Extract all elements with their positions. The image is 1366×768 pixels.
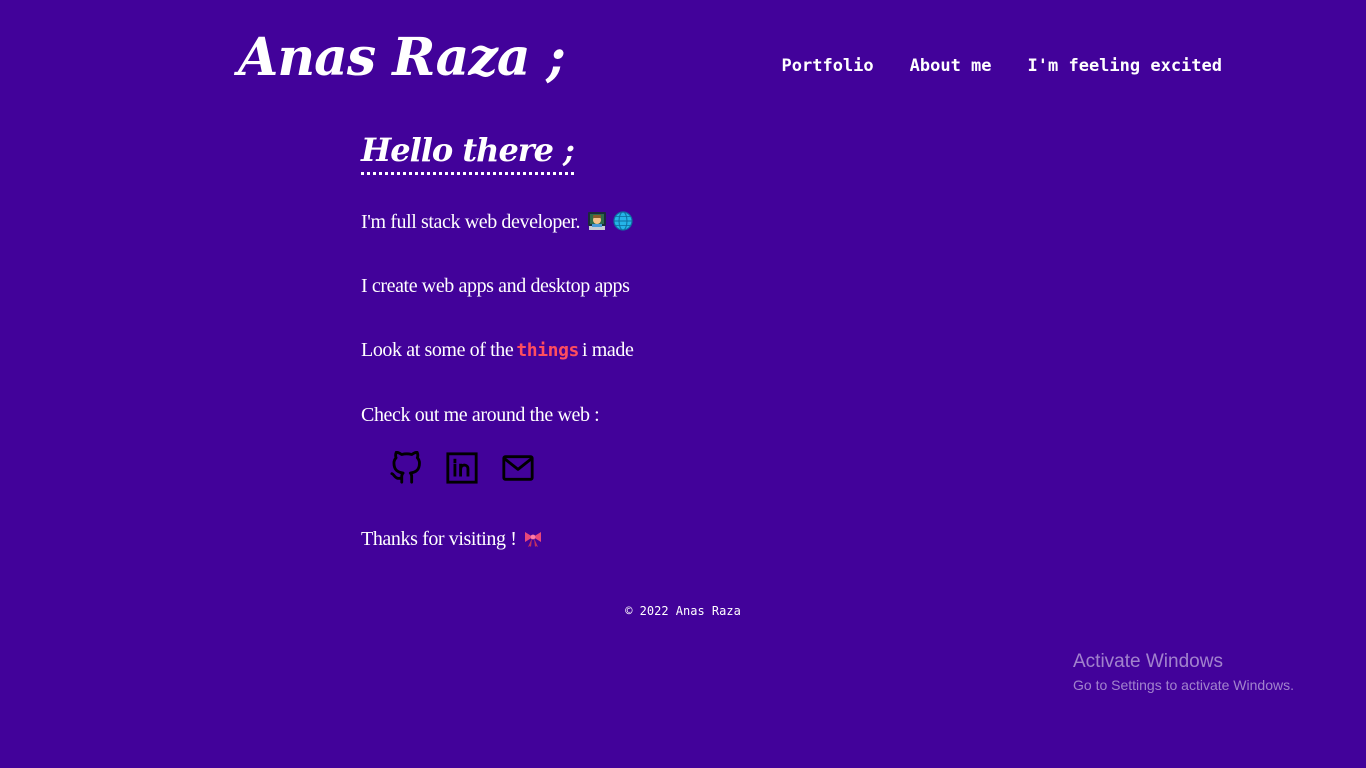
things-link[interactable]: things [513, 340, 582, 361]
nav-about-me[interactable]: About me [910, 55, 992, 77]
linkedin-icon [446, 452, 478, 484]
mail-icon [502, 455, 534, 481]
ribbon-emoji-icon [523, 528, 543, 548]
social-links [389, 451, 535, 485]
social-heading: Check out me around the web : [361, 404, 600, 426]
create-text: I create web apps and desktop apps [361, 275, 630, 297]
thanks-label: Thanks for visiting ! [361, 528, 517, 550]
thanks-text: Thanks for visiting ! [361, 526, 543, 552]
github-link[interactable] [389, 451, 423, 485]
nav-portfolio[interactable]: Portfolio [782, 55, 874, 77]
activate-windows-watermark: Activate Windows Go to Settings to activ… [1073, 650, 1294, 696]
technologist-emoji-icon [587, 211, 607, 231]
things-before: Look at some of the [361, 339, 514, 361]
site-title[interactable]: Anas Raza ; [238, 26, 566, 90]
intro-label: I'm full stack web developer. [361, 211, 581, 233]
linkedin-link[interactable] [445, 451, 479, 485]
main-content: Hello there ; I'm full stack web develop… [361, 128, 981, 550]
page-heading: Hello there ; [361, 128, 575, 175]
things-after: i made [582, 339, 634, 361]
globe-emoji-icon [613, 211, 633, 231]
things-text: Look at some of the things i made [361, 337, 634, 364]
footer-copyright: © 2022 Anas Raza [625, 604, 741, 618]
nav-feeling-excited[interactable]: I'm feeling excited [1028, 55, 1222, 77]
watermark-title: Activate Windows [1073, 651, 1223, 672]
intro-text: I'm full stack web developer. [361, 209, 633, 235]
mail-link[interactable] [501, 451, 535, 485]
watermark-subtitle: Go to Settings to activate Windows. [1073, 677, 1294, 693]
github-icon [390, 451, 421, 484]
main-nav: Portfolio About me I'm feeling excited [782, 55, 1222, 77]
